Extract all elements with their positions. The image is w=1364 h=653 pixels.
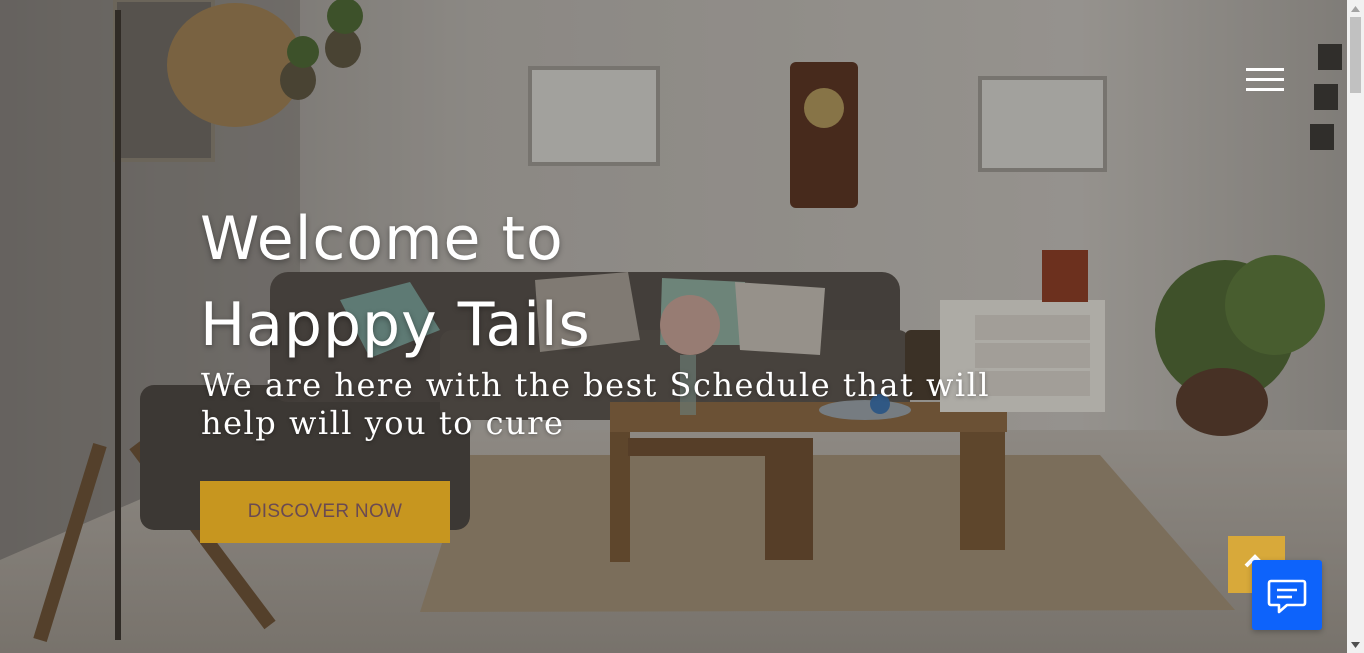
landing-page: Welcome to Happpy Tails We are here with…	[0, 0, 1364, 653]
hero-headline: Welcome to Happpy Tails	[200, 196, 900, 368]
hamburger-menu-icon[interactable]	[1244, 66, 1286, 94]
hero-headline-line2: Happpy Tails	[200, 290, 591, 360]
hero-subtitle-line2: help will you to cure	[201, 404, 565, 442]
chat-bubble-icon	[1267, 579, 1307, 614]
scroll-down-arrow-icon[interactable]	[1347, 636, 1364, 653]
menu-bar-middle	[1246, 78, 1284, 81]
hero-subtitle-line1: We are here with the best Schedule that …	[201, 366, 991, 404]
chat-widget-button[interactable]	[1252, 560, 1322, 630]
menu-bar-bottom	[1246, 88, 1284, 91]
hero-subtitle: We are here with the best Schedule that …	[201, 366, 1001, 442]
scrollbar-thumb[interactable]	[1350, 17, 1361, 93]
hero-headline-line1: Welcome to	[200, 204, 564, 274]
vertical-scrollbar[interactable]	[1347, 0, 1364, 653]
discover-now-button[interactable]: DISCOVER NOW	[200, 481, 450, 543]
scroll-up-arrow-icon[interactable]	[1347, 0, 1364, 17]
menu-bar-top	[1246, 68, 1284, 71]
